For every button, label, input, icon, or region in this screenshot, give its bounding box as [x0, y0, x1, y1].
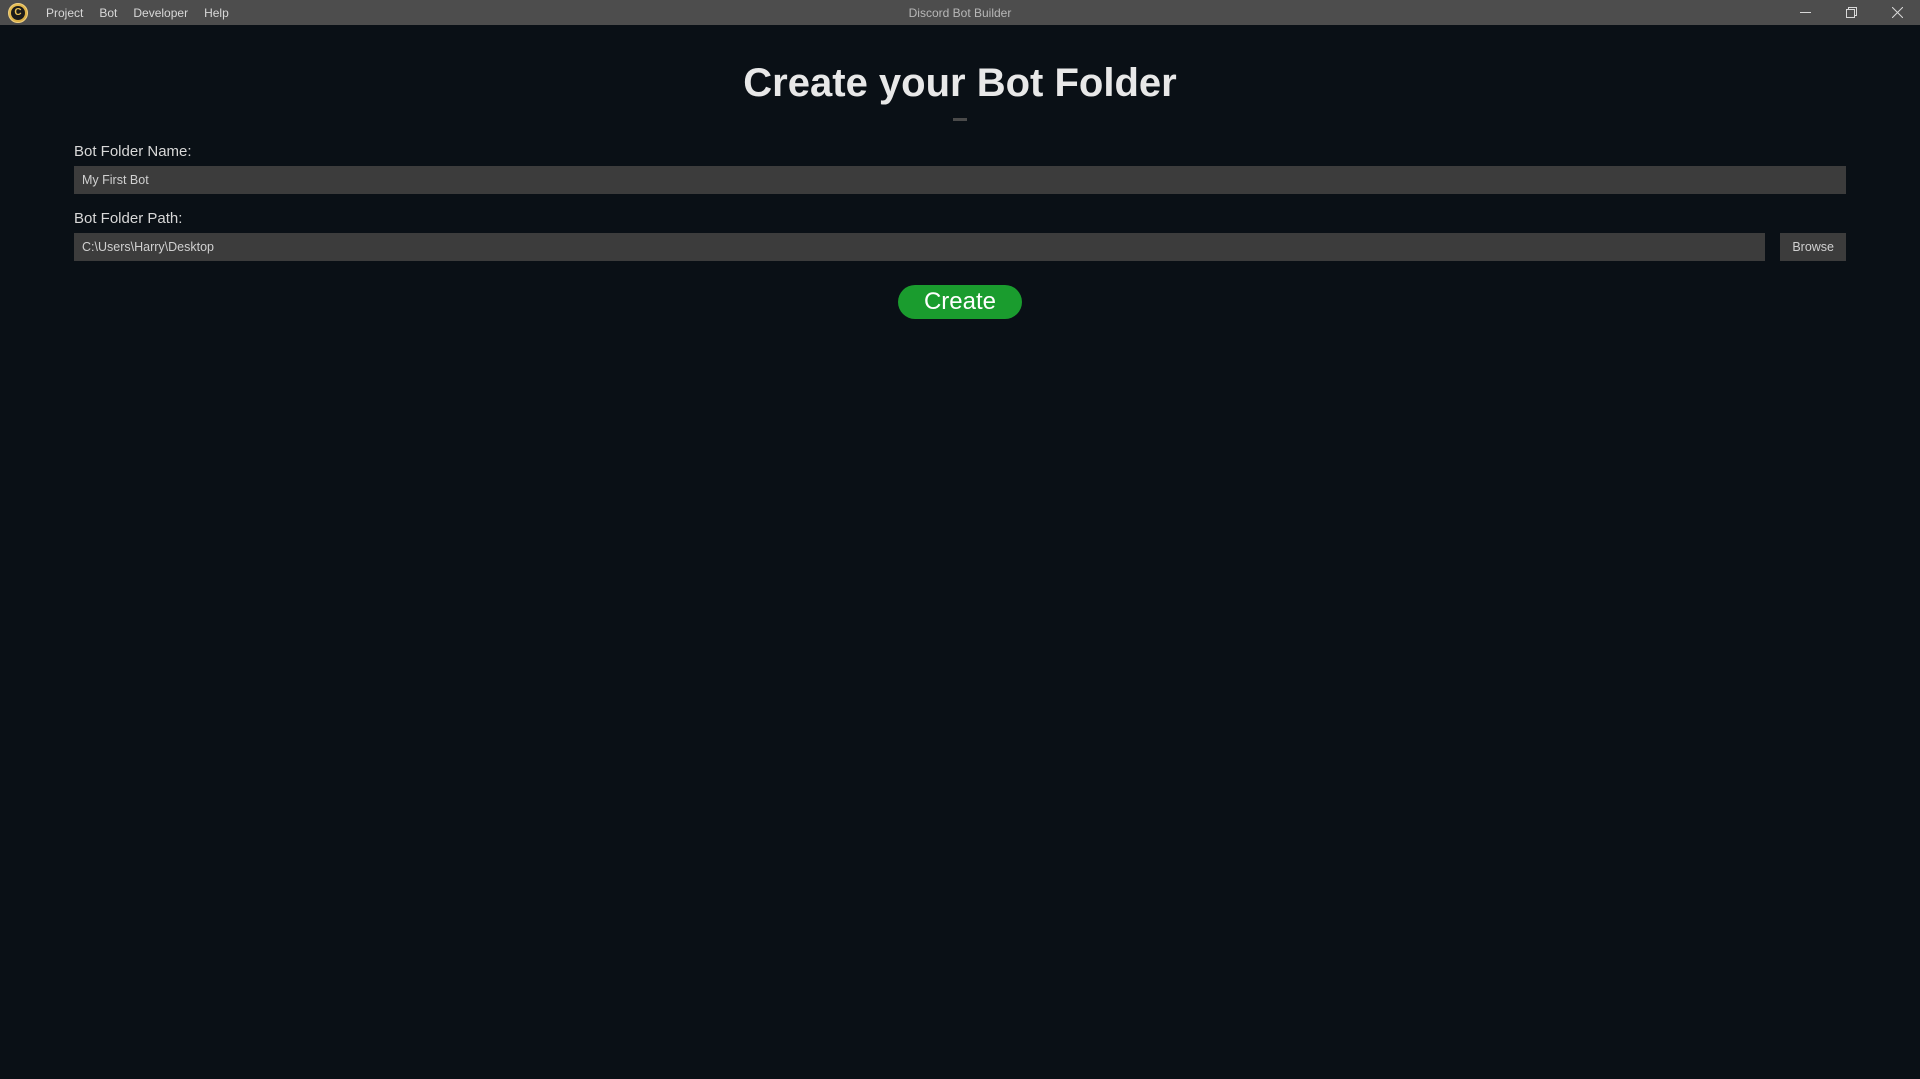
- folder-name-group: Bot Folder Name:: [74, 143, 1846, 194]
- minimize-button[interactable]: [1782, 0, 1828, 25]
- page-title: Create your Bot Folder: [74, 61, 1846, 106]
- close-button[interactable]: [1874, 0, 1920, 25]
- folder-name-label: Bot Folder Name:: [74, 143, 1846, 160]
- maximize-button[interactable]: [1828, 0, 1874, 25]
- maximize-icon: [1846, 7, 1857, 18]
- menu-bar: Project Bot Developer Help: [38, 0, 237, 25]
- folder-path-input[interactable]: [74, 233, 1765, 261]
- menu-project[interactable]: Project: [38, 0, 91, 25]
- main-content: Create your Bot Folder Bot Folder Name: …: [0, 25, 1920, 319]
- browse-button[interactable]: Browse: [1780, 233, 1846, 261]
- app-icon: C: [8, 3, 28, 23]
- folder-name-input[interactable]: [74, 166, 1846, 194]
- menu-help[interactable]: Help: [196, 0, 237, 25]
- path-row: Browse: [74, 233, 1846, 261]
- titlebar-left: C Project Bot Developer Help: [0, 0, 237, 25]
- menu-bot[interactable]: Bot: [91, 0, 125, 25]
- create-button[interactable]: Create: [898, 285, 1022, 319]
- title-divider: [953, 118, 967, 121]
- window-title: Discord Bot Builder: [909, 6, 1012, 20]
- window-controls: [1782, 0, 1920, 25]
- close-icon: [1892, 7, 1903, 18]
- minimize-icon: [1800, 7, 1811, 18]
- folder-path-group: Bot Folder Path: Browse: [74, 210, 1846, 261]
- app-icon-inner: C: [11, 6, 25, 20]
- titlebar: C Project Bot Developer Help Discord Bot…: [0, 0, 1920, 25]
- menu-developer[interactable]: Developer: [125, 0, 196, 25]
- folder-path-label: Bot Folder Path:: [74, 210, 1846, 227]
